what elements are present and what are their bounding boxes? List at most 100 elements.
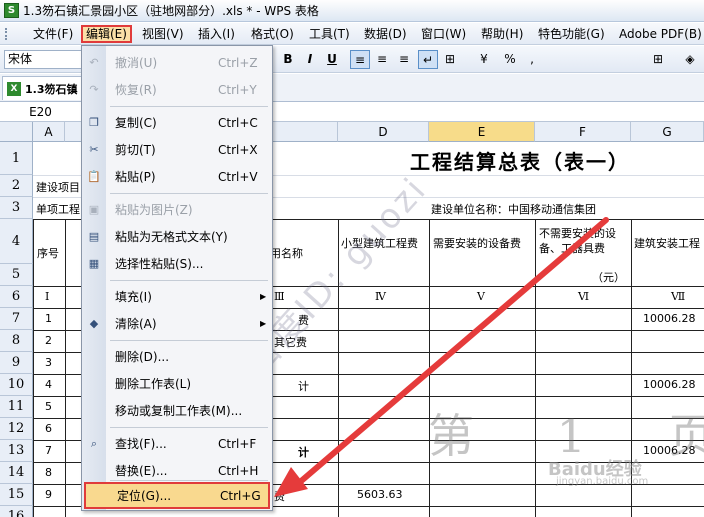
menu-window[interactable]: 窗口(W) <box>418 25 469 43</box>
col-header-e[interactable]: E <box>429 122 535 142</box>
menu-special[interactable]: 特色功能(G) <box>535 25 608 43</box>
align-left-icon[interactable]: ≡ <box>350 50 370 69</box>
sheet-title: 工程结算总表（表一） <box>410 150 630 174</box>
seq-4: 4 <box>45 378 52 391</box>
menu-delete[interactable]: 删除(D)... <box>82 343 272 370</box>
borders-icon[interactable]: ⊞ <box>648 50 668 69</box>
menu-replace-label: 替换(E)... <box>115 464 168 478</box>
table-border <box>65 219 66 517</box>
menu-goto-shortcut: Ctrl+G <box>220 488 261 503</box>
header-g4: 建筑安装工程 <box>634 237 700 250</box>
menu-edit[interactable]: 编辑(E) <box>81 25 132 43</box>
menu-clear[interactable]: ◆ 清除(A) ▶ <box>82 310 272 337</box>
comma-button[interactable]: , <box>522 50 542 69</box>
fill-color-icon[interactable]: ◈ <box>680 50 700 69</box>
seq-9: 9 <box>45 488 52 501</box>
row-header-6[interactable]: 6 <box>0 286 33 308</box>
row-header-8[interactable]: 8 <box>0 330 33 352</box>
menu-file[interactable]: 文件(F) <box>30 25 76 43</box>
bold-button[interactable]: B <box>278 50 298 69</box>
roman-a: Ⅰ <box>45 290 50 303</box>
window-title: 1.3笏石镇汇景园小区（驻地网部分）.xls * - WPS 表格 <box>23 4 319 18</box>
menu-undo-label: 撤消(U) <box>115 56 158 70</box>
menu-delete-label: 删除(D)... <box>115 350 170 364</box>
row-header-15[interactable]: 15 <box>0 484 33 506</box>
name-box[interactable]: E20 <box>0 103 82 122</box>
row-header-11[interactable]: 11 <box>0 396 33 418</box>
document-tab[interactable]: X 1.3笏石镇 <box>2 76 82 100</box>
row-header-16[interactable]: 16 <box>0 506 33 517</box>
menu-undo-shortcut: Ctrl+Z <box>218 55 258 70</box>
redo-icon: ↷ <box>89 82 99 96</box>
wrap-text-icon[interactable]: ↵ <box>418 50 438 69</box>
menu-paste-as-picture-label: 粘贴为图片(Z) <box>115 203 193 217</box>
row-header-5[interactable]: 5 <box>0 264 33 286</box>
menu-cut[interactable]: ✂ 剪切(T) Ctrl+X <box>82 136 272 163</box>
align-right-icon[interactable]: ≡ <box>394 50 414 69</box>
percent-button[interactable]: % <box>500 50 520 69</box>
scissors-icon: ✂ <box>89 142 99 156</box>
menu-redo[interactable]: ↷ 恢复(R) Ctrl+Y <box>82 76 272 103</box>
row-header-9[interactable]: 9 <box>0 352 33 374</box>
menu-paste-special-label: 选择性粘贴(S)... <box>115 257 204 271</box>
align-center-icon[interactable]: ≡ <box>372 50 392 69</box>
wps-logo-icon: S <box>4 3 19 18</box>
col-header-g[interactable]: G <box>631 122 704 142</box>
seq-8: 8 <box>45 466 52 479</box>
header-e4: 需要安装的设备费 <box>433 237 521 250</box>
menu-separator <box>110 427 268 428</box>
font-name-select[interactable]: 宋体 <box>4 50 82 69</box>
row-header-1[interactable]: 1 <box>0 142 33 175</box>
merge-cells-icon[interactable]: ⊞ <box>440 50 460 69</box>
underline-button[interactable]: U <box>322 50 342 69</box>
binoculars-icon: ⌕ <box>90 436 98 450</box>
menu-adobe-pdf[interactable]: Adobe PDF(B) <box>616 25 704 43</box>
col-header-a[interactable]: A <box>33 122 65 142</box>
row-header-4[interactable]: 4 <box>0 219 33 264</box>
unit-label: （元） <box>592 271 625 284</box>
menu-insert[interactable]: 插入(I) <box>195 25 238 43</box>
cell-c10: 计 <box>298 380 309 393</box>
menu-paste-as-text[interactable]: ▤ 粘贴为无格式文本(Y) <box>82 223 272 250</box>
title-bar: S 1.3笏石镇汇景园小区（驻地网部分）.xls * - WPS 表格 <box>0 0 704 22</box>
menu-goto[interactable]: 定位(G)... Ctrl+G <box>84 482 270 509</box>
col-header-f[interactable]: F <box>535 122 631 142</box>
menu-find[interactable]: ⌕ 查找(F)... Ctrl+F <box>82 430 272 457</box>
menu-undo[interactable]: ↶ 撤消(U) Ctrl+Z <box>82 49 272 76</box>
row-header-12[interactable]: 12 <box>0 418 33 440</box>
submenu-arrow-icon: ▶ <box>260 292 267 301</box>
col-header-d[interactable]: D <box>338 122 429 142</box>
row-header-2[interactable]: 2 <box>0 175 33 197</box>
menu-paste[interactable]: 📋 粘贴(P) Ctrl+V <box>82 163 272 190</box>
menu-goto-label: 定位(G)... <box>117 489 172 503</box>
roman-g: Ⅶ <box>671 290 686 303</box>
menu-copy[interactable]: ❐ 复制(C) Ctrl+C <box>82 109 272 136</box>
italic-button[interactable]: I <box>300 50 320 69</box>
row-header-14[interactable]: 14 <box>0 462 33 484</box>
menu-data[interactable]: 数据(D) <box>361 25 410 43</box>
menu-move-copy-sheet[interactable]: 移动或复制工作表(M)... <box>82 397 272 424</box>
menu-copy-shortcut: Ctrl+C <box>218 115 258 130</box>
menu-format[interactable]: 格式(O) <box>248 25 297 43</box>
paste-text-icon: ▤ <box>88 229 100 243</box>
menu-delete-sheet[interactable]: 删除工作表(L) <box>82 370 272 397</box>
menu-replace-shortcut: Ctrl+H <box>218 463 259 478</box>
paste-picture-icon: ▣ <box>88 202 100 216</box>
menu-fill[interactable]: 填充(I) ▶ <box>82 283 272 310</box>
menu-paste-as-picture[interactable]: ▣ 粘贴为图片(Z) <box>82 196 272 223</box>
menu-help[interactable]: 帮助(H) <box>478 25 526 43</box>
undo-icon: ↶ <box>89 55 99 69</box>
menu-view[interactable]: 视图(V) <box>139 25 187 43</box>
currency-button[interactable]: ¥ <box>474 50 494 69</box>
row-header-7[interactable]: 7 <box>0 308 33 330</box>
row-header-10[interactable]: 10 <box>0 374 33 396</box>
menu-cut-shortcut: Ctrl+X <box>218 142 258 157</box>
menu-find-label: 查找(F)... <box>115 437 167 451</box>
select-all-corner[interactable] <box>0 122 33 142</box>
menu-tools[interactable]: 工具(T) <box>306 25 353 43</box>
roman-d: Ⅳ <box>375 290 386 303</box>
row-header-13[interactable]: 13 <box>0 440 33 462</box>
row-header-3[interactable]: 3 <box>0 197 33 219</box>
menu-paste-special[interactable]: ▦ 选择性粘贴(S)... <box>82 250 272 277</box>
menu-paste-as-text-label: 粘贴为无格式文本(Y) <box>115 230 228 244</box>
